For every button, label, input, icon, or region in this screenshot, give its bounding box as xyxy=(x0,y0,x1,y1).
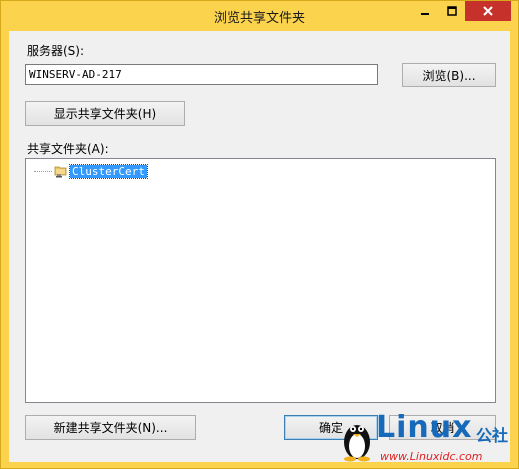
penguin-icon xyxy=(344,425,370,462)
maximize-button[interactable] xyxy=(438,1,465,21)
shared-folder-icon xyxy=(54,166,67,178)
show-shared-folders-button[interactable]: 显示共享文件夹(H) xyxy=(25,101,185,126)
close-icon xyxy=(483,6,493,16)
tree-item[interactable]: ClusterCert xyxy=(34,163,148,179)
dialog-body: 服务器(S): WINSERV-AD-217 浏览(B)... 显示共享文件夹(… xyxy=(9,31,510,462)
browse-shared-folders-dialog: 浏览共享文件夹 服务器(S): WINSERV-AD-217 浏览(B)... … xyxy=(0,0,519,469)
minimize-icon xyxy=(420,13,429,15)
watermark-brand: Linux xyxy=(376,410,473,445)
minimize-button[interactable] xyxy=(411,1,438,21)
watermark-brand-cn: 公社 xyxy=(476,426,509,445)
tree-connector xyxy=(34,170,52,173)
browse-button[interactable]: 浏览(B)... xyxy=(402,63,496,87)
shared-folders-label: 共享文件夹(A): xyxy=(27,142,109,156)
watermark-url: www.Linuxidc.com xyxy=(380,450,483,463)
new-shared-folder-button[interactable]: 新建共享文件夹(N)... xyxy=(25,415,196,440)
maximize-icon xyxy=(446,6,457,16)
server-label: 服务器(S): xyxy=(27,44,85,58)
close-button[interactable] xyxy=(465,1,511,21)
title-bar[interactable]: 浏览共享文件夹 xyxy=(1,1,518,31)
shared-folders-tree[interactable]: ClusterCert xyxy=(25,158,496,403)
linuxidc-watermark: Linux 公社 www.Linuxidc.com xyxy=(336,408,519,469)
tree-item-label: ClusterCert xyxy=(69,163,148,179)
server-input[interactable]: WINSERV-AD-217 xyxy=(25,64,378,85)
